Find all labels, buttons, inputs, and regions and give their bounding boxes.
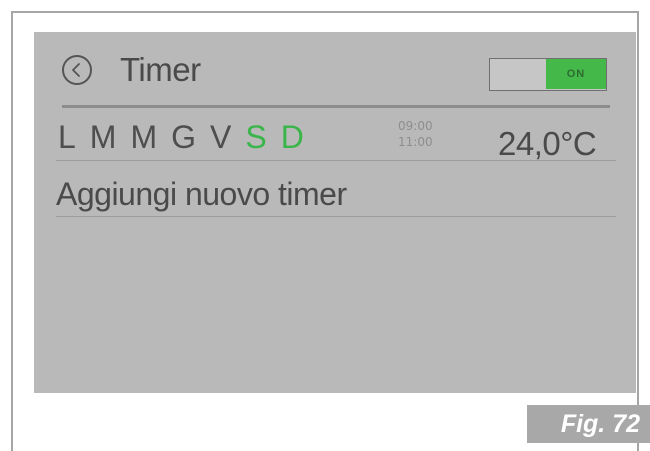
day-sunday: D (280, 119, 304, 155)
page-title: Timer (120, 51, 201, 88)
timer-toggle-switch[interactable]: ON (489, 58, 607, 91)
timer-temperature: 24,0°C (498, 125, 597, 162)
day-friday: V (210, 119, 232, 155)
add-timer-divider (56, 216, 616, 217)
timer-row-divider (56, 160, 616, 161)
chevron-left-icon (72, 63, 80, 77)
back-button[interactable] (62, 55, 92, 85)
day-thursday: G (171, 119, 196, 155)
figure-label: Fig. 72 (527, 405, 650, 443)
thermostat-screen: Timer ON L M M G V S D 09:00 11:00 24,0°… (34, 32, 636, 393)
toggle-on-label: ON (546, 59, 606, 89)
add-new-timer-button[interactable]: Aggiungi nuovo timer (56, 174, 347, 214)
day-wednesday: M (130, 119, 158, 155)
day-saturday: S (245, 119, 267, 155)
timer-start-time: 09:00 (398, 119, 433, 133)
header-divider (62, 105, 610, 108)
timer-end-time: 11:00 (398, 135, 433, 149)
timer-time-range: 09:00 11:00 (398, 118, 433, 150)
day-tuesday: M (89, 119, 117, 155)
day-monday: L (58, 119, 76, 155)
timer-days[interactable]: L M M G V S D (58, 117, 304, 157)
